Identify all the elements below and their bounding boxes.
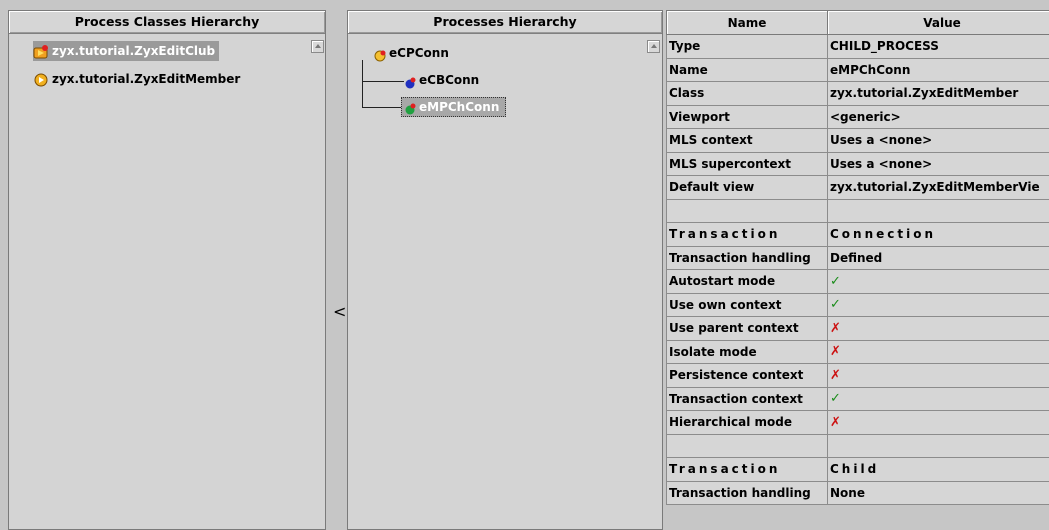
tree-connector [362,81,404,82]
table-row[interactable]: Transaction handlingDefined [667,246,1049,270]
property-value [828,434,1049,458]
section-row[interactable]: TransactionConnection [667,223,1049,247]
table-row[interactable]: TypeCHILD_PROCESS [667,35,1049,59]
cross-mark-icon: ✗ [828,411,1049,435]
check-mark-icon: ✓ [828,387,1049,411]
properties-table: Name Value TypeCHILD_PROCESS NameeMPChCo… [666,10,1049,505]
left-scroll-up-button[interactable] [311,40,324,53]
cross-mark-icon: ✗ [828,317,1049,341]
properties-header-row: Name Value [667,11,1049,35]
process-node-label: eCPConn [389,46,449,60]
pane-splitter[interactable]: < [329,0,345,518]
class-item-label: zyx.tutorial.ZyxEditMember [52,72,240,86]
section-value: Child [828,458,1049,482]
property-name: Isolate mode [667,340,828,364]
property-name: Transaction context [667,387,828,411]
process-node-root[interactable]: eCPConn [374,43,453,63]
processes-pane: Processes Hierarchy eCPConn eCBConn eMPC… [347,10,663,530]
check-mark-icon: ✓ [828,293,1049,317]
table-row[interactable]: Viewport<generic> [667,105,1049,129]
property-value: None [828,481,1049,505]
property-value: eMPChConn [828,58,1049,82]
property-value: Uses a <none> [828,129,1049,153]
table-row[interactable]: Hierarchical mode✗ [667,411,1049,435]
process-node-cbconn[interactable]: eCBConn [404,70,483,90]
property-value: zyx.tutorial.ZyxEditMemberVie [828,176,1049,200]
property-name: Name [667,58,828,82]
property-name [667,434,828,458]
property-value: Defined [828,246,1049,270]
process-class-icon [33,44,49,60]
cross-mark-icon: ✗ [828,364,1049,388]
table-row[interactable]: Transaction context✓ [667,387,1049,411]
process-child-icon [404,102,416,114]
process-classes-pane: Process Classes Hierarchy zyx.tutorial.Z… [8,10,326,530]
table-row[interactable]: Transaction handlingNone [667,481,1049,505]
property-name: Default view [667,176,828,200]
collapse-left-arrow-icon[interactable]: < [333,304,346,320]
check-mark-icon: ✓ [828,270,1049,294]
class-item-editmember[interactable]: zyx.tutorial.ZyxEditMember [33,69,244,89]
processes-header: Processes Hierarchy [348,11,662,34]
property-name: Viewport [667,105,828,129]
class-item-editclub[interactable]: zyx.tutorial.ZyxEditClub [33,41,219,61]
tree-connector [362,107,402,108]
section-value: Connection [828,223,1049,247]
process-root-icon [374,48,386,60]
table-row[interactable]: Classzyx.tutorial.ZyxEditMember [667,82,1049,106]
table-row[interactable]: Isolate mode✗ [667,340,1049,364]
property-value: zyx.tutorial.ZyxEditMember [828,82,1049,106]
process-child-icon [404,75,416,87]
name-column-header[interactable]: Name [667,11,828,35]
process-node-label: eCBConn [419,73,479,87]
section-row[interactable]: TransactionChild [667,458,1049,482]
table-row[interactable]: MLS supercontextUses a <none> [667,152,1049,176]
property-name: Class [667,82,828,106]
property-name: MLS supercontext [667,152,828,176]
property-value: <generic> [828,105,1049,129]
property-value: CHILD_PROCESS [828,35,1049,59]
table-row[interactable]: Default viewzyx.tutorial.ZyxEditMemberVi… [667,176,1049,200]
property-name [667,199,828,223]
property-value [828,199,1049,223]
table-row-empty[interactable] [667,199,1049,223]
property-name: Use own context [667,293,828,317]
property-name: Transaction handling [667,246,828,270]
middle-scroll-up-button[interactable] [647,40,660,53]
process-class-icon [33,72,49,88]
table-row[interactable]: Use parent context✗ [667,317,1049,341]
value-column-header[interactable]: Value [828,11,1049,35]
property-name: Autostart mode [667,270,828,294]
property-name: Persistence context [667,364,828,388]
table-row[interactable]: Use own context✓ [667,293,1049,317]
process-node-mpchconn[interactable]: eMPChConn [401,97,506,117]
table-row[interactable]: MLS contextUses a <none> [667,129,1049,153]
property-name: Transaction handling [667,481,828,505]
section-title: Transaction [667,458,828,482]
process-node-label: eMPChConn [419,100,499,114]
table-row[interactable]: Autostart mode✓ [667,270,1049,294]
table-row[interactable]: Persistence context✗ [667,364,1049,388]
property-name: Hierarchical mode [667,411,828,435]
section-title: Transaction [667,223,828,247]
cross-mark-icon: ✗ [828,340,1049,364]
property-name: Type [667,35,828,59]
class-item-label: zyx.tutorial.ZyxEditClub [52,44,215,58]
property-value: Uses a <none> [828,152,1049,176]
property-name: MLS context [667,129,828,153]
property-name: Use parent context [667,317,828,341]
table-row[interactable]: NameeMPChConn [667,58,1049,82]
tree-connector [362,60,363,107]
process-classes-header: Process Classes Hierarchy [9,11,325,34]
table-row-empty[interactable] [667,434,1049,458]
